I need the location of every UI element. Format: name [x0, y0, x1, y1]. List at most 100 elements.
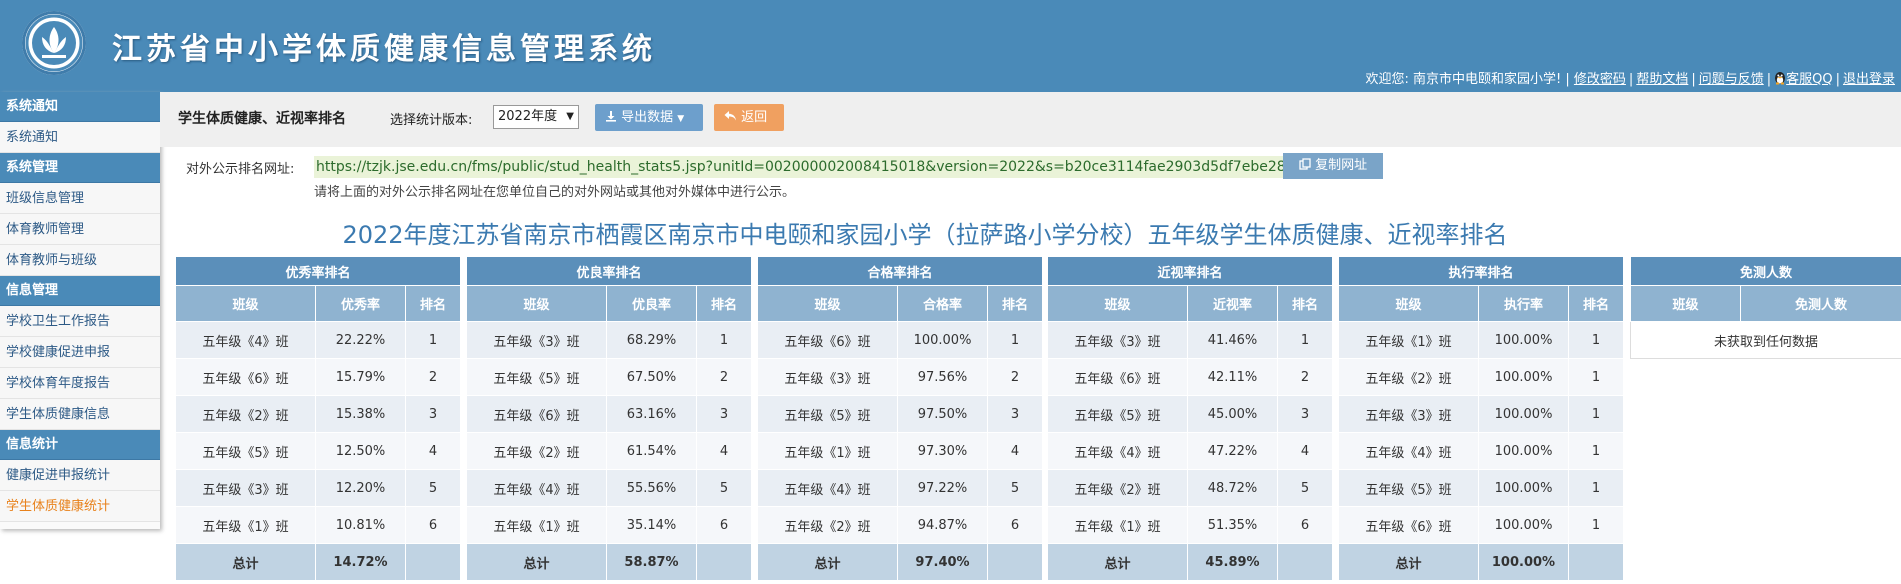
total-cell: 总计 [1047, 543, 1188, 581]
sidebar-item-student-health-info[interactable]: 学生体质健康信息 [0, 399, 160, 430]
total-cell: 97.40% [897, 543, 988, 581]
nav-group-notice[interactable]: 系统通知 [0, 92, 160, 122]
table-cell: 五年级《1》班 [757, 432, 898, 470]
column-header: 排名 [695, 285, 753, 322]
table-row: 五年级《3》班 12.20% 5 [175, 469, 462, 507]
table-row: 五年级《6》班 100.00% 1 [757, 321, 1044, 359]
table-cell: 100.00% [1478, 432, 1569, 470]
sidebar-item-promotion-stats[interactable]: 健康促进申报统计 [0, 460, 160, 491]
sidebar-item-class-info[interactable]: 班级信息管理 [0, 183, 160, 214]
table-cell: 五年级《4》班 [175, 321, 316, 359]
feedback-link[interactable]: 问题与反馈 [1699, 72, 1764, 87]
copy-icon [1299, 158, 1311, 170]
table-cell: 15.38% [315, 395, 406, 433]
table-cell: 五年级《3》班 [1338, 395, 1479, 433]
table-cell: 五年级《2》班 [1338, 358, 1479, 396]
table-title: 合格率排名 [756, 256, 1044, 286]
table-cell: 3 [986, 395, 1044, 433]
qq-penguin-icon [1775, 72, 1786, 85]
back-button[interactable]: 返回 [714, 104, 784, 131]
table-cell: 6 [695, 506, 753, 544]
table-cell: 22.22% [315, 321, 406, 359]
table-cell: 五年级《2》班 [466, 432, 607, 470]
table-cell: 4 [695, 432, 753, 470]
version-select[interactable]: 2022年度 ▼ [493, 105, 579, 129]
table-title: 优秀率排名 [174, 256, 462, 286]
pass-rate-table: 合格率排名 班级 合格率 排名 五年级《6》班 100.00% 1 五年级《3》班 97.56%… [756, 256, 1044, 581]
column-header: 排名 [1276, 285, 1334, 322]
table-row: 五年级《1》班 10.81% 6 [175, 506, 462, 544]
table-cell: 五年级《3》班 [757, 358, 898, 396]
exempt-table: 免测人数 班级 免测人数 未获取到任何数据 [1629, 256, 1901, 359]
sidebar-item-system-notice[interactable]: 系统通知 [0, 122, 160, 153]
total-cell: 100.00% [1478, 543, 1569, 581]
table-cell: 3 [695, 395, 753, 433]
table-cell: 五年级《4》班 [1338, 432, 1479, 470]
system-title: 江苏省中小学体质健康信息管理系统 [112, 32, 656, 67]
export-data-button[interactable]: 导出数据 ▼ [595, 104, 703, 131]
table-cell: 五年级《1》班 [466, 506, 607, 544]
table-cell: 48.72% [1187, 469, 1278, 507]
table-cell: 97.30% [897, 432, 988, 470]
service-qq-link[interactable]: 客服QQ [1786, 72, 1832, 87]
sidebar-item-pe-annual-report[interactable]: 学校体育年度报告 [0, 368, 160, 399]
table-cell: 6 [986, 506, 1044, 544]
table-cell: 五年级《2》班 [1047, 469, 1188, 507]
copy-url-label: 复制网址 [1315, 158, 1368, 173]
total-cell: 45.89% [1187, 543, 1278, 581]
nav-group-stats[interactable]: 信息统计 [0, 430, 160, 460]
copy-url-button[interactable]: 复制网址 [1283, 153, 1383, 179]
table-row: 五年级《5》班 100.00% 1 [1338, 469, 1625, 507]
table-cell: 1 [1567, 321, 1625, 359]
total-cell: 总计 [757, 543, 898, 581]
table-cell: 五年级《1》班 [1047, 506, 1188, 544]
table-row: 五年级《4》班 97.22% 5 [757, 469, 1044, 507]
column-header: 班级 [1338, 285, 1479, 322]
table-cell: 42.11% [1187, 358, 1278, 396]
caret-down-icon: ▼ [677, 114, 685, 124]
table-cell: 五年级《3》班 [466, 321, 607, 359]
table-cell: 12.20% [315, 469, 406, 507]
table-cell: 五年级《4》班 [466, 469, 607, 507]
nav-group-info[interactable]: 信息管理 [0, 276, 160, 306]
public-url-text[interactable]: https://tzjk.jse.edu.cn/fms/public/stud_… [314, 156, 1340, 178]
table-row: 五年级《1》班 100.00% 1 [1338, 321, 1625, 359]
lotus-logo-icon [25, 14, 83, 72]
empty-message: 未获取到任何数据 [1629, 321, 1901, 359]
column-header: 优良率 [606, 285, 697, 322]
table-row: 五年级《6》班 42.11% 2 [1047, 358, 1334, 396]
column-header: 排名 [1567, 285, 1625, 322]
column-header: 优秀率 [315, 285, 406, 322]
table-cell: 五年级《5》班 [175, 432, 316, 470]
table-row: 五年级《3》班 68.29% 1 [466, 321, 753, 359]
table-cell: 五年级《5》班 [757, 395, 898, 433]
table-cell: 100.00% [1478, 395, 1569, 433]
sidebar-item-health-stats[interactable]: 学生体质健康统计 [0, 491, 160, 522]
download-icon [606, 111, 616, 122]
table-cell: 97.50% [897, 395, 988, 433]
logout-link[interactable]: 退出登录 [1843, 72, 1895, 87]
table-cell: 4 [986, 432, 1044, 470]
sidebar-item-hygiene-report[interactable]: 学校卫生工作报告 [0, 306, 160, 337]
table-cell: 1 [1567, 395, 1625, 433]
table-row: 五年级《5》班 67.50% 2 [466, 358, 753, 396]
sidebar-item-pe-teacher[interactable]: 体育教师管理 [0, 214, 160, 245]
nav-group-system[interactable]: 系统管理 [0, 153, 160, 183]
table-row: 五年级《4》班 100.00% 1 [1338, 432, 1625, 470]
table-row: 五年级《4》班 22.22% 1 [175, 321, 462, 359]
public-url-label: 对外公示排名网址: [186, 162, 295, 177]
table-cell: 五年级《1》班 [1338, 321, 1479, 359]
table-cell: 41.46% [1187, 321, 1278, 359]
table-row: 五年级《2》班 61.54% 4 [466, 432, 753, 470]
change-password-link[interactable]: 修改密码 [1574, 72, 1626, 87]
total-cell: 总计 [1338, 543, 1479, 581]
help-docs-link[interactable]: 帮助文档 [1636, 72, 1688, 87]
table-cell: 2 [986, 358, 1044, 396]
table-cell: 1 [986, 321, 1044, 359]
column-header: 免测人数 [1739, 285, 1901, 322]
table-row: 五年级《6》班 63.16% 3 [466, 395, 753, 433]
sidebar-item-teacher-class[interactable]: 体育教师与班级 [0, 245, 160, 276]
sidebar-item-health-promotion[interactable]: 学校健康促进申报 [0, 337, 160, 368]
total-row: 总计 14.72% [175, 543, 462, 581]
table-row: 五年级《5》班 12.50% 4 [175, 432, 462, 470]
